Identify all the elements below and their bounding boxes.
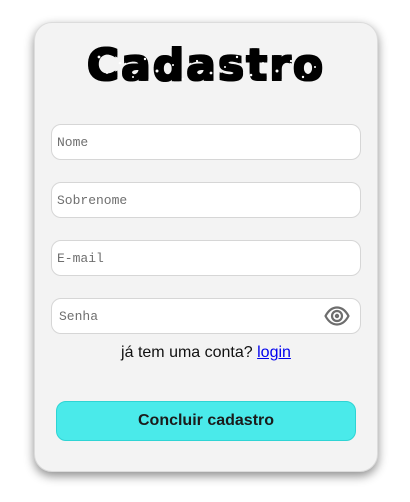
sobrenome-field[interactable] <box>51 182 361 218</box>
login-prompt-text: já tem uma conta? <box>121 344 253 361</box>
senha-field[interactable] <box>51 298 361 334</box>
sobrenome-input[interactable] <box>52 183 360 217</box>
nome-field[interactable] <box>51 124 361 160</box>
login-link[interactable]: login <box>257 344 291 361</box>
submit-button[interactable]: Concluir cadastro <box>56 401 356 441</box>
senha-input[interactable] <box>52 299 360 333</box>
nome-input[interactable] <box>52 125 360 159</box>
login-prompt: já tem uma conta? login <box>35 344 377 362</box>
email-field[interactable] <box>51 240 361 276</box>
signup-card: Cadastro já tem u <box>34 22 378 472</box>
email-input[interactable] <box>52 241 360 275</box>
page-title: Cadastro <box>86 40 326 91</box>
eye-icon[interactable] <box>324 306 350 326</box>
